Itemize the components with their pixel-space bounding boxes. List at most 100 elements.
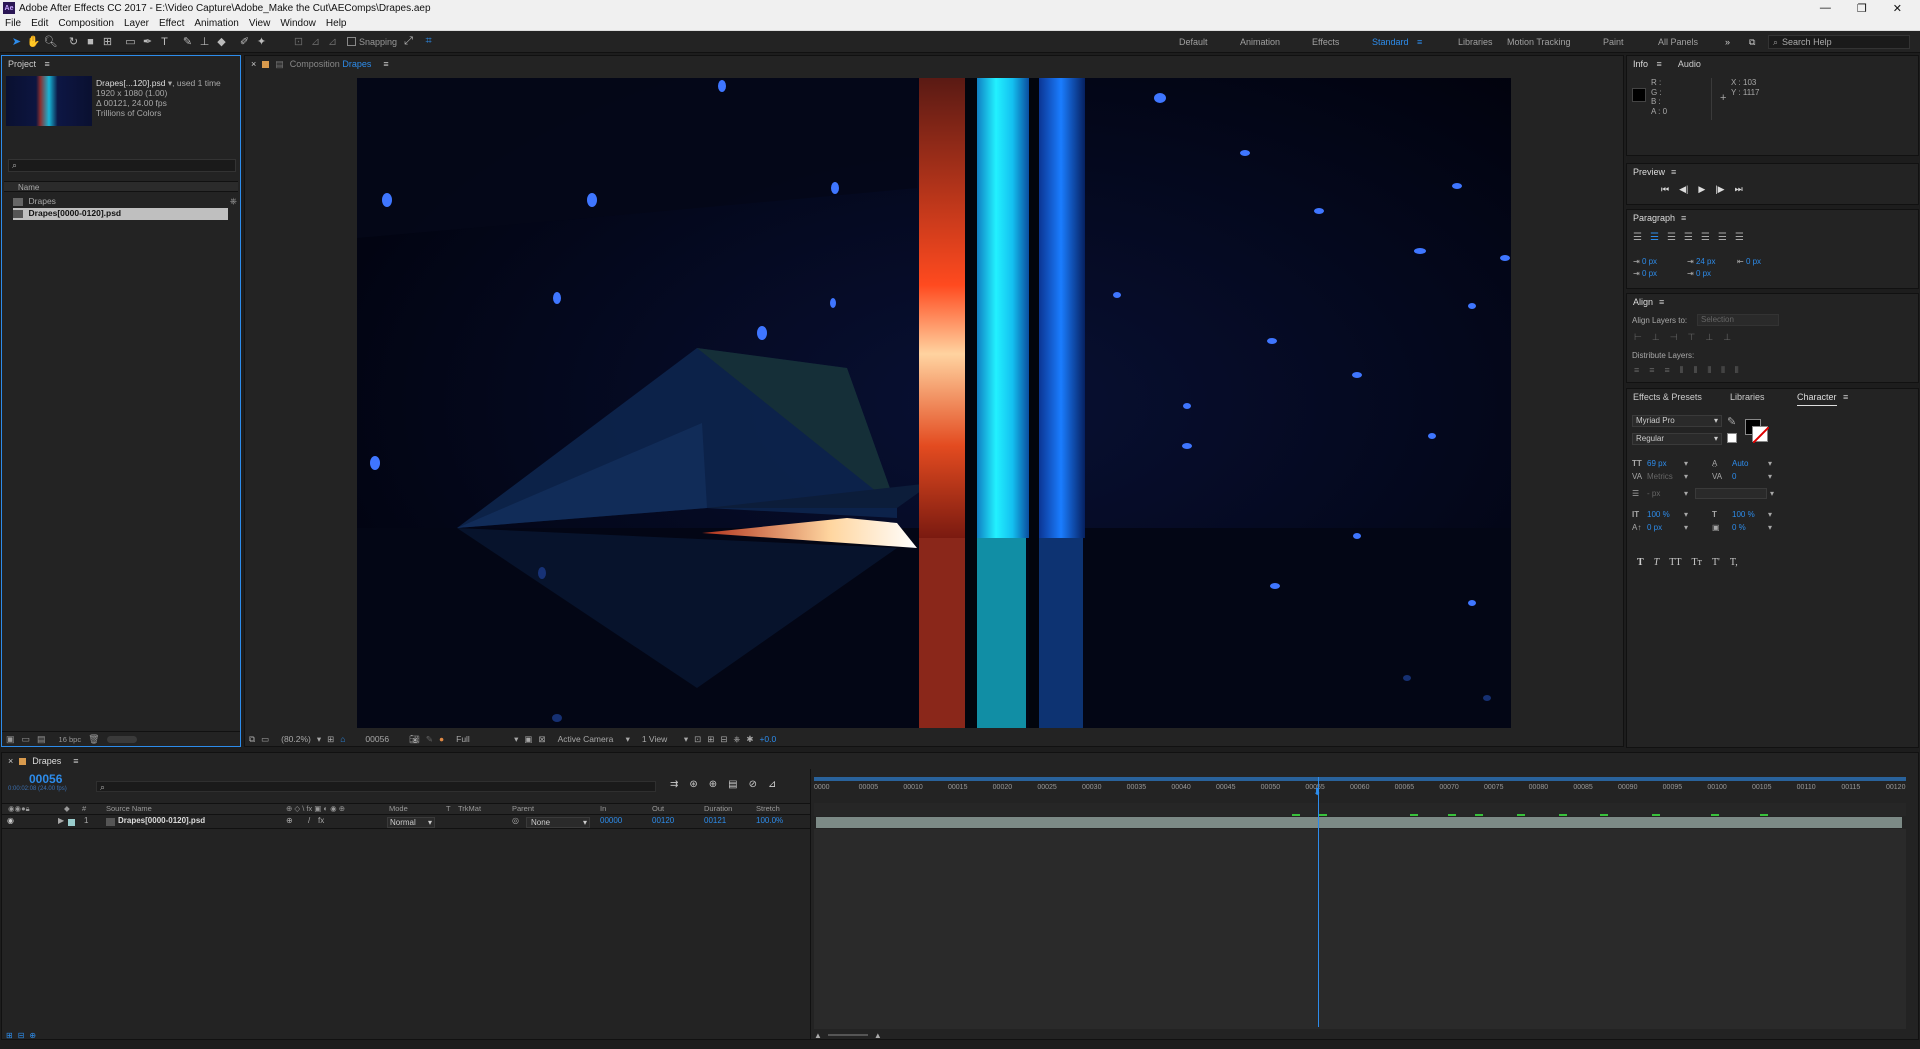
- distribute-bottom-icon[interactable]: ≡: [1665, 365, 1670, 376]
- layer-duration-bar[interactable]: [816, 817, 1902, 828]
- local-axis-icon[interactable]: ⊡: [290, 33, 307, 50]
- exposure-value[interactable]: +0.0: [759, 734, 776, 744]
- project-scrollbar[interactable]: [106, 736, 137, 743]
- pan-behind-tool-icon[interactable]: ⊞: [99, 33, 116, 50]
- workspace-libraries[interactable]: Libraries: [1458, 31, 1493, 53]
- minimize-button[interactable]: —: [1820, 2, 1831, 15]
- composition-viewer[interactable]: [357, 78, 1511, 728]
- align-bottom-edges-icon[interactable]: ⊥: [1723, 332, 1731, 343]
- timeline-icon[interactable]: ⊟: [720, 734, 727, 745]
- stroke-type-dropdown[interactable]: [1695, 488, 1767, 499]
- panel-menu-icon[interactable]: ≡: [1671, 167, 1676, 177]
- panel-menu-icon[interactable]: ≡: [1681, 213, 1686, 223]
- hand-tool-icon[interactable]: ✋: [25, 33, 42, 50]
- distribute-left-icon[interactable]: ⫴: [1680, 365, 1684, 376]
- clone-stamp-tool-icon[interactable]: ⊥: [196, 33, 213, 50]
- justify-all-icon[interactable]: ☰: [1735, 232, 1744, 243]
- snap-features-icon[interactable]: ⌗: [420, 33, 437, 50]
- search-help-input[interactable]: Search Help: [1782, 37, 1832, 47]
- panel-menu-icon[interactable]: ≡: [45, 59, 50, 69]
- workspace-standard[interactable]: Standard: [1372, 31, 1409, 53]
- stroke-color-swatch[interactable]: [1752, 426, 1770, 444]
- camera-tool-icon[interactable]: ■: [82, 33, 99, 50]
- layer-switches-icon[interactable]: ⊞: [6, 1031, 13, 1040]
- interpret-footage-icon[interactable]: ▣: [6, 734, 15, 745]
- resolution-dropdown[interactable]: Full: [456, 734, 508, 744]
- workspace-paint[interactable]: Paint: [1603, 31, 1624, 53]
- mode-header[interactable]: Mode: [389, 804, 408, 813]
- font-size-value[interactable]: 69 px: [1647, 457, 1667, 470]
- layer-color-label[interactable]: [68, 819, 75, 826]
- align-h-centers-icon[interactable]: ⊥: [1652, 332, 1660, 343]
- leading-value[interactable]: Auto: [1732, 457, 1748, 470]
- distribute-extra-icon[interactable]: ⫴: [1721, 365, 1725, 376]
- layer-name[interactable]: Drapes[0000-0120].psd: [118, 816, 205, 825]
- align-right-edges-icon[interactable]: ⊣: [1670, 332, 1678, 343]
- font-style-dropdown[interactable]: Regular ▾: [1632, 433, 1722, 445]
- white-swatch[interactable]: [1727, 433, 1737, 443]
- pick-whip-icon[interactable]: ◎: [512, 816, 519, 825]
- composition-tab-name[interactable]: Drapes: [342, 59, 371, 69]
- blend-mode-dropdown[interactable]: Normal ▾: [387, 817, 435, 828]
- align-to-dropdown[interactable]: Selection: [1697, 314, 1779, 326]
- zoom-level-dropdown[interactable]: (80.2%): [281, 734, 311, 744]
- time-ruler[interactable]: 0000 00005 00010 00015 00020 00025 00030 00035 0…: [814, 777, 1906, 803]
- parent-dropdown[interactable]: None ▾: [526, 817, 590, 828]
- color-channel-icon[interactable]: ●: [439, 734, 444, 744]
- indent-right-value[interactable]: 0 px: [1746, 257, 1761, 266]
- chevron-down-icon[interactable]: ▾: [684, 734, 688, 745]
- menu-effect[interactable]: Effect: [154, 18, 189, 29]
- layer-duration[interactable]: 00121: [704, 816, 726, 825]
- flowchart-icon[interactable]: ⎈: [230, 196, 237, 207]
- graph-editor-icon[interactable]: ⊿: [768, 779, 776, 790]
- restore-button[interactable]: ❐: [1857, 2, 1867, 15]
- faux-bold-button[interactable]: T: [1637, 557, 1644, 568]
- quality-switch-icon[interactable]: /: [308, 816, 310, 825]
- trkmat-header[interactable]: TrkMat: [458, 804, 481, 813]
- current-time-display[interactable]: 00056: [29, 772, 62, 786]
- justify-left-icon[interactable]: ☰: [1684, 232, 1693, 243]
- camera-dropdown[interactable]: Active Camera: [558, 734, 620, 744]
- monitor-icon[interactable]: ▭: [261, 734, 269, 745]
- paragraph-tab[interactable]: Paragraph: [1633, 213, 1675, 223]
- tracking-value[interactable]: 0: [1732, 470, 1736, 483]
- playhead-line[interactable]: [1318, 777, 1319, 1027]
- stroke-width-value[interactable]: - px: [1647, 487, 1660, 500]
- work-area-bar[interactable]: [814, 777, 1906, 781]
- puppet-pin-tool-icon[interactable]: ✦: [253, 33, 270, 50]
- workspace-animation[interactable]: Animation: [1240, 31, 1280, 53]
- effects-switch-icon[interactable]: fx: [318, 816, 324, 825]
- layer-out-point[interactable]: 00120: [652, 816, 674, 825]
- align-right-icon[interactable]: ☰: [1667, 232, 1676, 243]
- chevron-down-icon[interactable]: ▾: [514, 734, 518, 745]
- distribute-top-icon[interactable]: ≡: [1634, 365, 1639, 376]
- lock-icon[interactable]: [262, 60, 270, 68]
- small-caps-button[interactable]: Tт: [1691, 557, 1701, 568]
- layer-stretch[interactable]: 100.0%: [756, 816, 783, 825]
- next-frame-icon[interactable]: |▶: [1715, 184, 1724, 195]
- world-axis-icon[interactable]: ⊿: [307, 33, 324, 50]
- menu-window[interactable]: Window: [275, 18, 321, 29]
- subscript-button[interactable]: T,: [1730, 557, 1738, 568]
- rotation-tool-icon[interactable]: ↻: [65, 33, 82, 50]
- out-header[interactable]: Out: [652, 804, 664, 813]
- workspace-default[interactable]: Default: [1179, 31, 1208, 53]
- space-after-value[interactable]: 0 px: [1696, 269, 1711, 278]
- first-frame-icon[interactable]: ⏮: [1661, 184, 1669, 195]
- workspace-all-panels[interactable]: All Panels: [1658, 31, 1698, 53]
- timeline-track-area[interactable]: [814, 829, 1906, 1029]
- shy-layers-icon[interactable]: ⊕: [709, 779, 717, 790]
- toggle-pixel-aspect-icon[interactable]: ⊡: [694, 734, 701, 745]
- panel-menu-icon[interactable]: ≡: [1657, 59, 1662, 69]
- audio-tab[interactable]: Audio: [1678, 59, 1701, 69]
- chevron-down-icon[interactable]: ▾: [626, 734, 630, 745]
- character-tab[interactable]: Character: [1797, 389, 1837, 406]
- project-search-input[interactable]: ⌕: [8, 159, 236, 172]
- shy-switch-icon[interactable]: ⊕: [286, 816, 293, 825]
- align-left-edges-icon[interactable]: ⊢: [1634, 332, 1642, 343]
- expand-arrow-icon[interactable]: ▶: [58, 816, 64, 825]
- align-tab[interactable]: Align: [1633, 297, 1653, 307]
- align-top-edges-icon[interactable]: ⊤: [1688, 332, 1696, 343]
- panel-menu-icon[interactable]: ≡: [73, 753, 78, 769]
- source-name-header[interactable]: Source Name: [106, 804, 152, 813]
